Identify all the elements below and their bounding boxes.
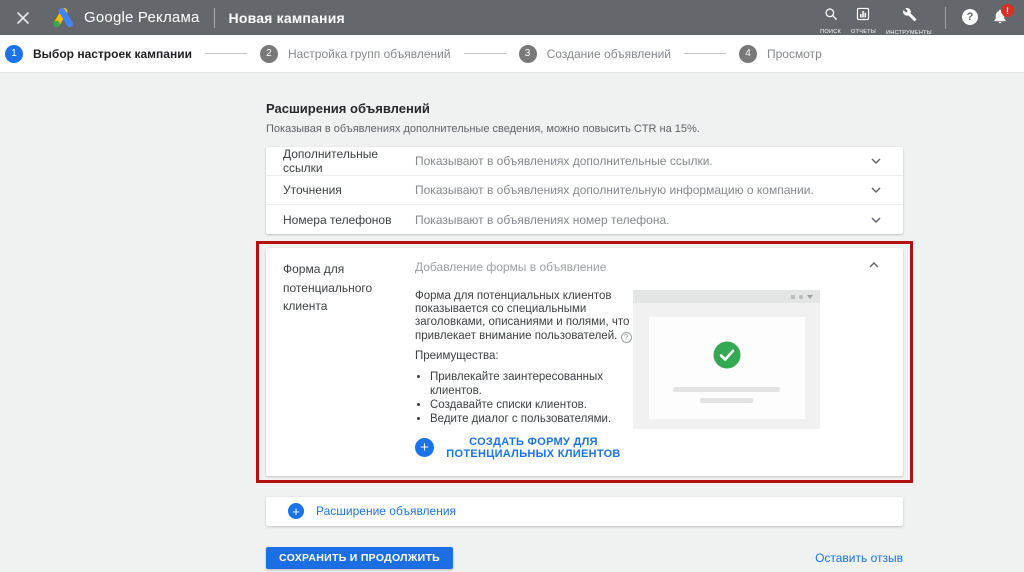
step-4-circle: 4 [738,44,757,63]
benefits-title: Преимущества: [415,349,499,362]
topbar-item-tools[interactable]: ИНСТРУМЕНТЫ И НАСТРОЙКИ [886,0,932,43]
extension-label: Дополнительные ссылки [283,147,378,175]
annotation-red-rectangle: Форма для потенциального клиента Добавле… [256,241,913,483]
tools-wrench-icon [902,7,917,27]
extension-label: Номера телефонов [283,212,392,227]
step-1-circle: 1 [5,44,23,63]
topbar-divider [213,7,215,28]
placeholder-line-long [673,387,780,392]
extension-row-callouts[interactable]: Уточнения Показывают в объявлениях допол… [266,176,903,205]
extension-label: Уточнения [283,183,342,197]
plus-icon: + [288,503,304,520]
leave-feedback-link[interactable]: Оставить отзыв [815,551,903,565]
window-dot-icon [799,294,803,299]
topbar: Google Реклама Новая кампания ПОИСК ОТЧЕ… [0,0,1024,43]
chevron-down-icon[interactable] [871,187,881,193]
search-label: ПОИСК [820,29,841,35]
plus-icon: + [415,438,434,458]
page-title: Новая кампания [228,9,345,26]
topbar-right: ПОИСК ОТЧЕТЫ ИНСТРУМЕНТЫ И НАСТРОЙКИ ? ! [815,0,1018,43]
add-extension-button[interactable]: + Расширение объявления [266,496,903,526]
close-icon[interactable] [16,10,32,26]
extension-description: Показывают в объявлениях номер телефона. [415,212,670,227]
lead-form-text-column: Форма для потенциальных клиентов показыв… [415,290,633,460]
step-ad-groups[interactable]: 2 Настройка групп объявлений [259,44,451,63]
lead-form-expanded-panel: Форма для потенциального клиента Добавле… [266,248,903,476]
extension-description: Показывают в объявлениях дополнительную … [415,183,814,197]
extension-description: Показывают в объявлениях дополнительные … [415,154,713,168]
create-lead-form-button[interactable]: + СОЗДАТЬ ФОРМУ ДЛЯ ПОТЕНЦИАЛЬНЫХ КЛИЕНТ… [415,436,633,460]
add-extension-label: Расширение объявления [316,504,457,519]
lead-form-description: Форма для потенциальных клиентов показыв… [415,290,633,343]
step-3-label: Создание объявлений [546,46,671,61]
placeholder-line-short [700,398,753,403]
step-4-label: Просмотр [766,46,822,61]
chevron-down-icon[interactable] [871,158,881,164]
step-dash [204,53,247,54]
extension-row-phone[interactable]: Номера телефонов Показывают в объявления… [266,205,903,234]
lead-form-illustration [633,290,820,429]
extension-row-sitelinks[interactable]: Дополнительные ссылки Показывают в объяв… [266,147,903,176]
step-2-label: Настройка групп объявлений [287,46,451,61]
step-2-circle: 2 [259,44,278,63]
success-check-icon [713,341,741,374]
create-lead-form-label: СОЗДАТЬ ФОРМУ ДЛЯ ПОТЕНЦИАЛЬНЫХ КЛИЕНТОВ [446,435,621,460]
section-title: Расширения объявлений [266,101,430,116]
notifications-bell-icon[interactable]: ! [992,4,1014,30]
bottom-actions: СОХРАНИТЬ И ПРОДОЛЖИТЬ Оставить отзыв [266,546,903,569]
step-review[interactable]: 4 Просмотр [738,44,822,63]
main-content: Расширения объявлений Показывая в объявл… [256,73,913,569]
step-3-circle: 3 [518,44,537,63]
google-ads-logo-icon [52,7,74,28]
benefit-item: Ведите диалог с пользователями. [430,412,633,426]
illustration-form-card [648,317,805,419]
topbar-left: Google Реклама Новая кампания [0,7,345,28]
brand-name: Google Реклама [84,9,200,26]
notification-badge: ! [1001,4,1014,17]
illustration-window-titlebar [633,290,820,303]
search-icon [824,7,838,26]
window-minimize-icon [791,294,795,299]
lead-form-content: Форма для потенциальных клиентов показыв… [415,290,887,460]
lead-form-header[interactable]: Добавление формы в объявление [415,260,887,274]
info-help-icon[interactable]: ? [620,331,632,343]
topbar-item-search[interactable]: ПОИСК [820,0,841,36]
step-dash [683,53,726,54]
window-dropdown-icon [807,294,813,299]
tools-label: ИНСТРУМЕНТЫ И НАСТРОЙКИ [886,30,932,43]
section-subtitle: Показывая в объявлениях дополнительные с… [266,123,700,135]
reports-label: ОТЧЕТЫ [850,29,876,35]
step-1-label: Выбор настроек кампании [33,46,192,61]
step-dash [463,53,506,54]
campaign-stepper: 1 Выбор настроек кампании 2 Настройка гр… [0,35,1024,73]
google-ads-new-campaign-screen: Google Реклама Новая кампания ПОИСК ОТЧЕ… [0,0,1024,572]
step-campaign-settings[interactable]: 1 Выбор настроек кампании [5,44,192,63]
topbar-item-reports[interactable]: ОТЧЕТЫ [851,0,876,36]
topbar-right-divider [945,7,946,29]
step-create-ads[interactable]: 3 Создание объявлений [518,44,671,63]
lead-form-body: Добавление формы в объявление Форма для … [415,260,887,460]
lead-form-description-text: Форма для потенциальных клиентов показыв… [415,290,630,342]
reports-icon [856,7,870,26]
benefit-item: Создавайте списки клиентов. [430,398,633,412]
lead-form-label: Форма для потенциального клиента [283,262,373,314]
help-icon[interactable]: ? [962,9,978,25]
chevron-up-icon[interactable] [869,262,879,268]
extensions-card: Дополнительные ссылки Показывают в объяв… [266,147,903,234]
save-and-continue-button[interactable]: СОХРАНИТЬ И ПРОДОЛЖИТЬ [266,546,454,569]
benefits-list: Привлекайте заинтересованных клиентов. С… [430,370,633,426]
chevron-down-icon[interactable] [871,217,881,223]
benefit-item: Привлекайте заинтересованных клиентов. [430,370,633,398]
